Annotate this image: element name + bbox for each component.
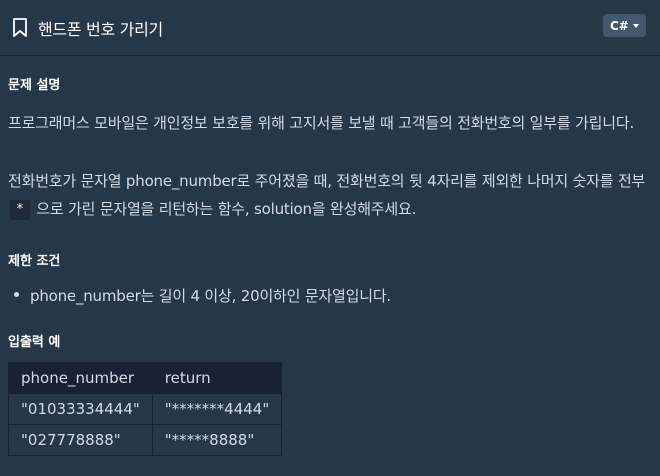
column-header: return [151, 362, 283, 394]
problem-title: 핸드폰 번호 가리기 [38, 20, 163, 39]
problem-description: 문제 설명 프로그래머스 모바일은 개인정보 보호를 위해 고지서를 보낼 때 … [0, 57, 660, 476]
description-paragraph-2: 전화번호가 문자열 phone_number로 주어졌을 때, 전화번호의 뒷 … [8, 167, 653, 223]
language-select[interactable]: C# [603, 14, 646, 37]
description-paragraph-1: 프로그래머스 모바일은 개인정보 보호를 위해 고지서를 보낼 때 고객들의 전… [8, 114, 635, 132]
inline-code: * [10, 200, 30, 220]
table-cell: "01033334444" [8, 393, 153, 425]
table-header-row: phone_number return [8, 362, 283, 394]
bookmark-icon[interactable] [12, 18, 28, 38]
examples-table: phone_number return "01033334444" "*****… [8, 362, 283, 456]
language-select-label: C# [610, 18, 629, 33]
column-header: phone_number [8, 362, 153, 394]
table-cell: "*******4444" [151, 393, 283, 425]
table-cell: "*****8888" [151, 424, 283, 456]
constraint-item: phone_number는 길이 4 이상, 20이하인 문자열입니다. [14, 285, 391, 306]
chevron-down-icon [633, 24, 639, 28]
problem-header: 핸드폰 번호 가리기 C# [0, 0, 660, 56]
table-cell: "027778888" [8, 424, 153, 456]
constraints-heading: 제한 조건 [8, 254, 61, 269]
description-text-b: 으로 가린 문자열을 리턴하는 함수, solution을 완성해주세요. [36, 200, 417, 218]
bullet-icon [14, 292, 19, 297]
table-row: "027778888" "*****8888" [8, 424, 283, 456]
description-text-a: 전화번호가 문자열 phone_number로 주어졌을 때, 전화번호의 뒷 … [8, 172, 646, 190]
table-row: "01033334444" "*******4444" [8, 393, 283, 425]
constraint-text: phone_number는 길이 4 이상, 20이하인 문자열입니다. [30, 287, 391, 305]
description-heading: 문제 설명 [8, 78, 61, 93]
examples-heading: 입출력 예 [8, 335, 61, 350]
